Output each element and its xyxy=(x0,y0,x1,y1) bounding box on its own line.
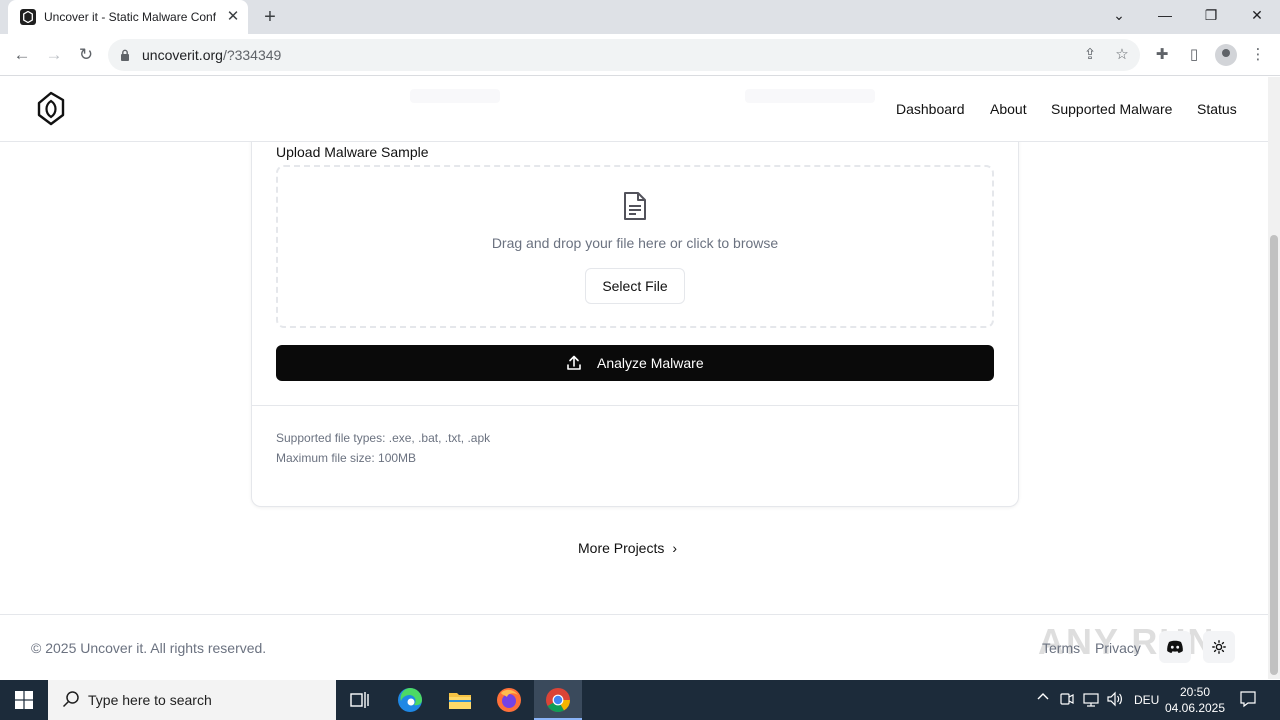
menu-kebab-icon[interactable]: ⋮ xyxy=(1247,44,1269,66)
discord-icon[interactable] xyxy=(1159,631,1191,663)
clock-date: 04.06.2025 xyxy=(1164,701,1226,715)
bookmark-star-icon[interactable]: ☆ xyxy=(1113,46,1131,64)
windows-taskbar: Type here to search DEU 20:50 04.06.2025 xyxy=(0,680,1280,720)
uncoverit-logo[interactable] xyxy=(36,91,66,127)
select-file-button[interactable]: Select File xyxy=(585,268,685,304)
tab-close-icon[interactable]: ✕ xyxy=(224,8,242,26)
search-icon xyxy=(62,691,79,708)
nav-dashboard[interactable]: Dashboard xyxy=(896,101,965,117)
supported-file-types: Supported file types: .exe, .bat, .txt, … xyxy=(276,431,491,445)
max-file-size: Maximum file size: 100MB xyxy=(276,451,417,465)
document-icon xyxy=(624,192,646,220)
copyright-text: © 2025 Uncover it. All rights reserved. xyxy=(31,640,267,656)
more-projects-link[interactable]: More Projects › xyxy=(578,540,677,556)
extensions-icon[interactable]: ✚ xyxy=(1151,44,1173,66)
tray-overflow-chevron-icon[interactable] xyxy=(1036,690,1050,707)
browser-tab-strip: Uncover it - Static Malware Config Extra… xyxy=(0,0,1280,34)
edge-browser-icon[interactable] xyxy=(386,680,434,720)
taskbar-search-box[interactable]: Type here to search xyxy=(48,680,336,720)
lock-icon xyxy=(121,49,129,61)
faded-content xyxy=(410,89,500,103)
footer-terms-link[interactable]: Terms xyxy=(1042,640,1080,656)
url-text: uncoverit.org/?334349 xyxy=(142,47,282,63)
task-view-icon[interactable] xyxy=(336,680,384,720)
dropzone-instructions: Drag and drop your file here or click to… xyxy=(491,235,779,251)
theme-toggle-sun-icon[interactable] xyxy=(1203,631,1235,663)
network-icon[interactable] xyxy=(1083,691,1099,710)
footer-privacy-link[interactable]: Privacy xyxy=(1095,640,1141,656)
taskbar-search-placeholder: Type here to search xyxy=(88,692,212,708)
nav-about[interactable]: About xyxy=(990,101,1027,117)
scrollbar-thumb[interactable] xyxy=(1270,235,1278,675)
side-panel-icon[interactable]: ▯ xyxy=(1183,44,1205,66)
firefox-icon[interactable] xyxy=(485,680,533,720)
file-dropzone[interactable]: Drag and drop your file here or click to… xyxy=(276,165,994,328)
site-header: Dashboard About Supported Malware Status xyxy=(0,77,1268,142)
share-icon[interactable]: ⇪ xyxy=(1081,46,1099,64)
restore-icon[interactable]: ❐ xyxy=(1188,0,1234,30)
notifications-icon[interactable] xyxy=(1239,690,1257,711)
upload-icon xyxy=(567,355,581,370)
chrome-icon[interactable] xyxy=(534,680,582,720)
meet-now-icon[interactable] xyxy=(1060,691,1074,710)
upload-label: Upload Malware Sample xyxy=(276,144,429,160)
language-indicator[interactable]: DEU xyxy=(1134,693,1159,707)
close-window-icon[interactable]: ✕ xyxy=(1234,0,1280,30)
page-scrollbar[interactable] xyxy=(1268,77,1280,679)
system-clock[interactable]: 20:50 04.06.2025 xyxy=(1160,684,1230,716)
minimize-icon[interactable]: — xyxy=(1142,0,1188,30)
windows-logo-icon xyxy=(15,691,33,709)
profile-avatar[interactable] xyxy=(1215,44,1237,66)
back-icon[interactable]: ← xyxy=(9,42,35,68)
tab-title: Uncover it - Static Malware Config Extra… xyxy=(44,10,216,24)
site-footer: © 2025 Uncover it. All rights reserved. … xyxy=(0,614,1268,679)
file-explorer-icon[interactable] xyxy=(436,680,484,720)
browser-tab[interactable]: Uncover it - Static Malware Config Extra… xyxy=(8,0,248,34)
nav-supported-malware[interactable]: Supported Malware xyxy=(1051,101,1172,117)
site-favicon-icon xyxy=(20,9,36,25)
volume-icon[interactable] xyxy=(1107,691,1123,710)
more-projects-label: More Projects xyxy=(578,540,665,556)
card-divider xyxy=(252,405,1018,406)
nav-status[interactable]: Status xyxy=(1197,101,1237,117)
windows-start-button[interactable] xyxy=(0,680,48,720)
address-bar[interactable]: uncoverit.org/?334349 ⇪ ☆ xyxy=(108,39,1140,71)
chevron-right-icon: › xyxy=(672,540,678,556)
clock-time: 20:50 xyxy=(1179,685,1211,699)
new-tab-button[interactable]: + xyxy=(258,6,282,28)
browser-toolbar: ← → ↻ uncoverit.org/?334349 ⇪ ☆ ✚ ▯ ⋮ xyxy=(0,34,1280,76)
forward-icon[interactable]: → xyxy=(41,42,67,68)
analyze-malware-button[interactable]: Analyze Malware xyxy=(276,345,994,381)
analyze-label: Analyze Malware xyxy=(597,355,704,371)
faded-content xyxy=(745,89,875,103)
page-viewport: Upload Malware Sample Drag and drop your… xyxy=(0,77,1268,679)
tab-search-icon[interactable]: ⌄ xyxy=(1096,0,1142,30)
reload-icon[interactable]: ↻ xyxy=(73,42,99,68)
